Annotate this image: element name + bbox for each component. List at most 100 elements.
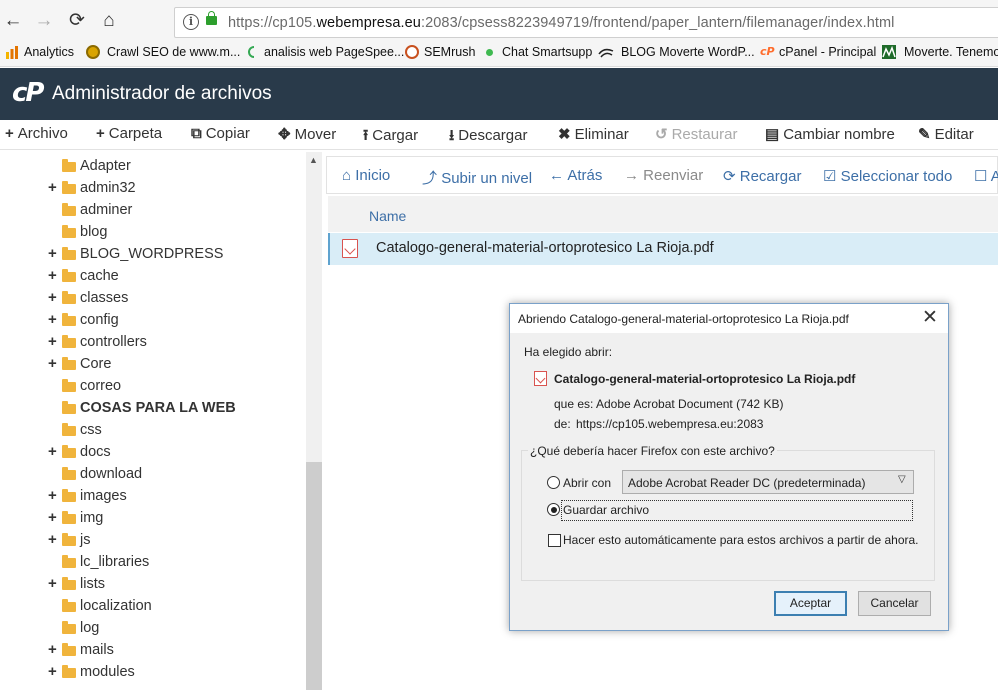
copy-button[interactable]: ⧉ Copiar xyxy=(191,125,250,142)
expand-icon[interactable]: + xyxy=(48,531,57,548)
tree-item[interactable]: + controllers xyxy=(0,331,306,353)
save-file-radio[interactable] xyxy=(547,503,560,516)
unselect-button[interactable]: ☐ A xyxy=(974,167,998,185)
open-with-label[interactable]: Abrir con xyxy=(563,476,611,490)
tree-scrollbar-thumb[interactable] xyxy=(306,462,322,690)
bookmark-crawl-seo[interactable]: Crawl SEO de www.m... xyxy=(107,45,240,59)
tree-item[interactable]: + lists xyxy=(0,573,306,595)
home-nav-button[interactable]: ⌂ Inicio xyxy=(342,167,390,184)
cpanel-logo[interactable]: cP xyxy=(12,80,45,106)
tree-item-label[interactable]: COSAS PARA LA WEB xyxy=(80,400,236,416)
expand-icon[interactable]: + xyxy=(48,289,57,306)
tree-item-label[interactable]: blog xyxy=(80,224,107,240)
reload-button[interactable]: ⟳ xyxy=(66,10,88,32)
expand-icon[interactable]: + xyxy=(48,575,57,592)
tree-item[interactable]: + config xyxy=(0,309,306,331)
tree-item[interactable]: + Core xyxy=(0,353,306,375)
back-nav-button[interactable]: ← Atrás xyxy=(549,167,602,184)
expand-icon[interactable]: + xyxy=(48,663,57,680)
info-icon[interactable]: i xyxy=(183,14,199,30)
tree-item-label[interactable]: css xyxy=(80,422,102,438)
url-text[interactable]: https://cp105.webempresa.eu:2083/cpsess8… xyxy=(228,15,895,31)
tree-item-label[interactable]: log xyxy=(80,620,99,636)
expand-icon[interactable]: + xyxy=(48,267,57,284)
tree-item[interactable]: + mails xyxy=(0,639,306,661)
tree-item[interactable]: + modules xyxy=(0,661,306,683)
expand-icon[interactable]: + xyxy=(48,333,57,350)
home-button[interactable]: ⌂ xyxy=(98,10,120,32)
file-row[interactable]: Catalogo-general-material-ortoprotesico … xyxy=(328,233,998,265)
column-name-header[interactable]: Name xyxy=(369,208,406,224)
forward-button[interactable]: → xyxy=(33,10,55,32)
expand-icon[interactable]: + xyxy=(48,311,57,328)
expand-icon[interactable]: + xyxy=(48,509,57,526)
tree-item[interactable]: + classes xyxy=(0,287,306,309)
tree-item-label[interactable]: lists xyxy=(80,576,105,592)
tree-item[interactable]: localization xyxy=(0,595,306,617)
tree-item[interactable]: + js xyxy=(0,529,306,551)
tree-item-label[interactable]: localization xyxy=(80,598,152,614)
forward-nav-button[interactable]: → Reenviar xyxy=(624,167,703,184)
auto-label[interactable]: Hacer esto automáticamente para estos ar… xyxy=(563,533,919,547)
tree-item-label[interactable]: admin32 xyxy=(80,180,136,196)
tree-item[interactable]: adminer xyxy=(0,199,306,221)
tree-item-label[interactable]: images xyxy=(80,488,127,504)
tree-item-label[interactable]: docs xyxy=(80,444,111,460)
reload-nav-button[interactable]: ⟳ Recargar xyxy=(723,167,801,185)
expand-icon[interactable]: + xyxy=(48,487,57,504)
up-one-level-button[interactable]: ⤴ Subir un nivel xyxy=(422,167,532,188)
upload-button[interactable]: ⭱ Cargar xyxy=(363,125,418,150)
tree-item-label[interactable]: Adapter xyxy=(80,158,131,174)
new-file-button[interactable]: + Archivo xyxy=(5,125,68,142)
expand-icon[interactable]: + xyxy=(48,245,57,262)
tree-item[interactable]: log xyxy=(0,617,306,639)
back-button[interactable]: ← xyxy=(2,10,24,32)
tree-item[interactable]: + admin32 xyxy=(0,177,306,199)
expand-icon[interactable]: + xyxy=(48,355,57,372)
move-button[interactable]: ✥ Mover xyxy=(278,125,336,143)
open-with-select[interactable]: Adobe Acrobat Reader DC (predeterminada)… xyxy=(622,470,914,494)
edit-button[interactable]: ✎ Editar xyxy=(918,125,974,143)
bookmark-blog-moverte[interactable]: BLOG Moverte WordP... xyxy=(621,45,755,59)
close-icon[interactable]: ✕ xyxy=(922,308,938,328)
url-bar[interactable]: i https://cp105.webempresa.eu:2083/cpses… xyxy=(174,7,998,38)
tree-item[interactable]: blog xyxy=(0,221,306,243)
tree-item[interactable]: download xyxy=(0,463,306,485)
restore-button[interactable]: ↺ Restaurar xyxy=(655,125,737,143)
tree-item-label[interactable]: download xyxy=(80,466,142,482)
tree-item[interactable]: correo xyxy=(0,375,306,397)
tree-item-label[interactable]: BLOG_WORDPRESS xyxy=(80,246,223,262)
tree-item-label[interactable]: Core xyxy=(80,356,111,372)
tree-item[interactable]: css xyxy=(0,419,306,441)
bookmark-pagespeed[interactable]: analisis web PageSpee... xyxy=(264,45,404,59)
bookmark-cpanel[interactable]: cPanel - Principal xyxy=(779,45,876,59)
tree-item-label[interactable]: correo xyxy=(80,378,121,394)
delete-button[interactable]: ✖ Eliminar xyxy=(558,125,629,143)
tree-item[interactable]: + docs xyxy=(0,441,306,463)
tree-item[interactable]: + BLOG_WORDPRESS xyxy=(0,243,306,265)
accept-button[interactable]: Aceptar xyxy=(774,591,847,616)
tree-item-label[interactable]: classes xyxy=(80,290,128,306)
rename-button[interactable]: ▤ Cambiar nombre xyxy=(765,125,895,143)
expand-icon[interactable]: + xyxy=(48,179,57,196)
tree-item[interactable]: + images xyxy=(0,485,306,507)
tree-item-label[interactable]: lc_libraries xyxy=(80,554,149,570)
open-with-radio[interactable] xyxy=(547,476,560,489)
bookmark-semrush[interactable]: SEMrush xyxy=(424,45,475,59)
cancel-button[interactable]: Cancelar xyxy=(858,591,931,616)
download-button[interactable]: ⭳ Descargar xyxy=(449,125,527,150)
tree-item-label[interactable]: config xyxy=(80,312,119,328)
tree-item[interactable]: Adapter xyxy=(0,155,306,177)
bookmark-chat-smartsupp[interactable]: Chat Smartsupp xyxy=(502,45,592,59)
tree-item[interactable]: lc_libraries xyxy=(0,551,306,573)
tree-item-label[interactable]: js xyxy=(80,532,90,548)
tree-item[interactable]: + cache xyxy=(0,265,306,287)
bookmark-analytics[interactable]: Analytics xyxy=(24,45,74,59)
tree-item-label[interactable]: cache xyxy=(80,268,119,284)
bookmark-moverte[interactable]: Moverte. Tenemos xyxy=(904,45,998,59)
tree-item[interactable]: COSAS PARA LA WEB xyxy=(0,397,306,419)
tree-item-label[interactable]: adminer xyxy=(80,202,132,218)
tree-item-label[interactable]: mails xyxy=(80,642,114,658)
auto-checkbox[interactable] xyxy=(548,534,561,547)
expand-icon[interactable]: + xyxy=(48,641,57,658)
